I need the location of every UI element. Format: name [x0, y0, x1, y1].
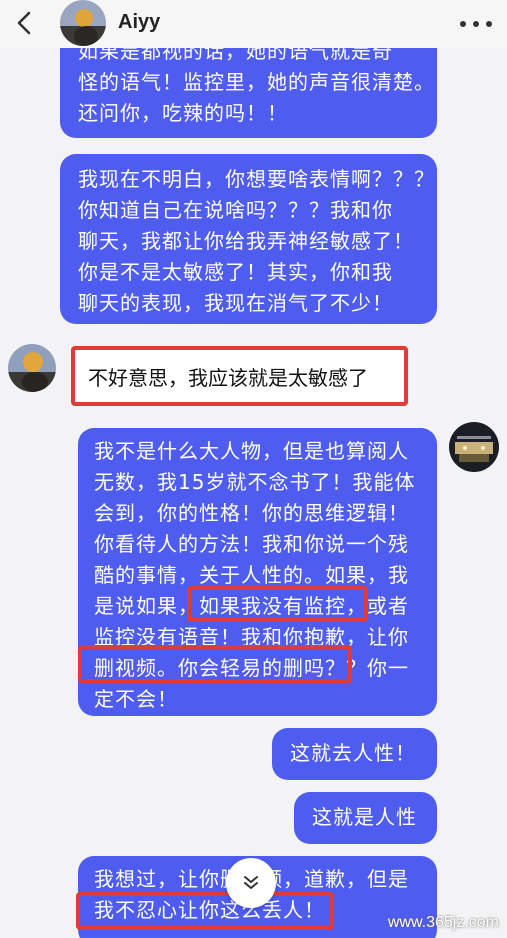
message-line: 定不会！	[94, 687, 178, 711]
avatar-image	[60, 0, 106, 46]
watermark-text: www.365jz.com	[387, 914, 499, 931]
message-bubble-outgoing: 我不是什么大人物，但是也算阅人 无数，我15岁就不念书了！我能体 会到，你的性格…	[78, 428, 437, 716]
message-line: 这就去人性！	[290, 741, 416, 765]
message-line: 你看待人的方法！我和你说一个残	[94, 532, 409, 556]
message-line: 还问你，吃辣的吗！！	[78, 101, 288, 125]
message-bubble-outgoing: 这就是人性	[294, 792, 437, 844]
message-line: 怪的语气！监控里，她的声音很清楚。	[78, 70, 435, 94]
double-chevron-down-icon	[244, 876, 258, 890]
my-avatar[interactable]	[449, 422, 499, 472]
message-bubble-outgoing: 我现在不明白，你想要啥表情啊？？？ 你知道自己在说啥吗？？？我和你 聊天，我都让…	[60, 154, 437, 324]
chat-header: Aiyy	[0, 0, 507, 48]
message-bubble-incoming: 不好意思，我应该就是太敏感了	[74, 350, 404, 402]
scroll-to-bottom-button[interactable]	[226, 858, 276, 908]
contact-name: Aiyy	[118, 11, 161, 33]
message-line: 聊天，我都让你给我弄神经敏感了！	[78, 229, 414, 253]
avatar-image	[449, 422, 499, 472]
message-line: 我不是什么大人物，但是也算阅人	[94, 439, 409, 463]
message-line: 监控没有语音！我和你抱歉，让你	[94, 625, 409, 649]
message-line: 这就是人性	[312, 805, 417, 829]
message-text: 不好意思，我应该就是太敏感了	[88, 366, 368, 390]
message-line: 你是不是太敏感了！其实，你和我	[78, 260, 393, 284]
more-dots-icon[interactable]	[459, 20, 493, 28]
message-line: 聊天的表现，我现在消气了不少！	[78, 291, 393, 315]
message-line: 删视频。你会轻易的删吗？？你一	[94, 656, 409, 680]
message-line: 会到，你的性格！你的思维逻辑！	[94, 501, 409, 525]
avatar-image	[8, 344, 56, 392]
message-line: 我现在不明白，你想要啥表情啊？？？	[78, 167, 435, 191]
sender-avatar[interactable]	[8, 344, 56, 392]
contact-avatar[interactable]	[60, 0, 106, 46]
chat-screen: Aiyy 如果是都视的话，她的语气就是奇 怪的语气！监控里，她的声音很清楚。 还…	[0, 0, 507, 938]
message-line: 你知道自己在说啥吗？？？我和你	[78, 198, 393, 222]
back-chevron-icon[interactable]	[14, 10, 36, 36]
message-line: 是说如果，如果我没有监控，或者	[94, 594, 409, 618]
message-line: 酷的事情，关于人性的。如果，我	[94, 563, 409, 587]
message-bubble-outgoing: 这就去人性！	[272, 728, 437, 780]
message-line: 无数，我15岁就不念书了！我能体	[94, 470, 416, 494]
